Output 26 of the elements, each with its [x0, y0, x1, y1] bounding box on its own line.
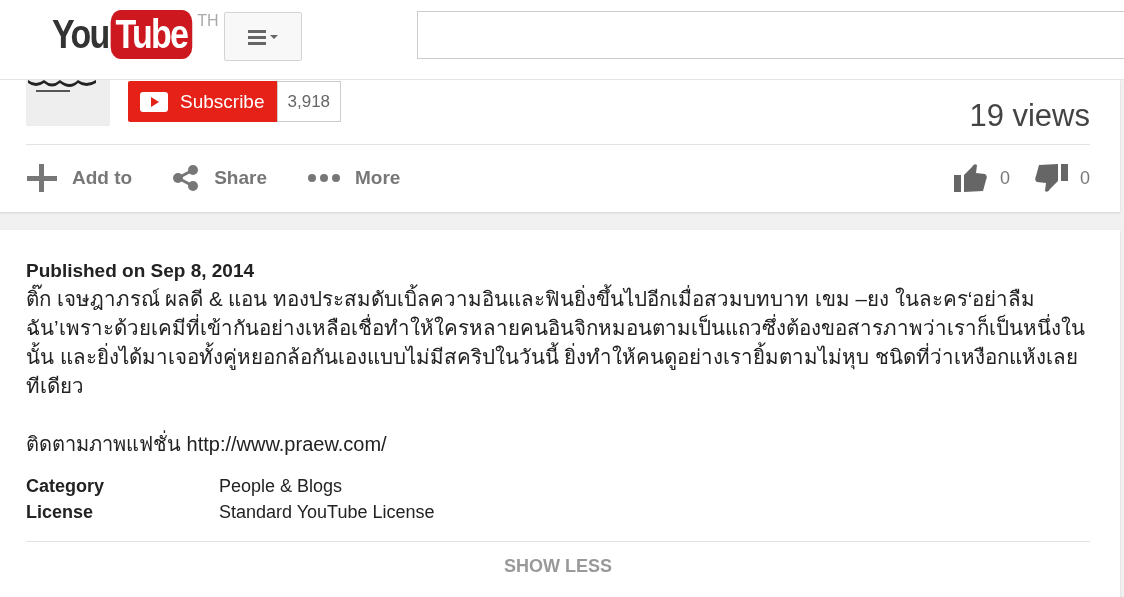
share-icon — [172, 165, 201, 191]
follow-text: ติดตามภาพแฟชั่น http://www.praew.com/ — [26, 428, 1090, 460]
show-less-button[interactable]: SHOW LESS — [498, 555, 618, 578]
more-action-button[interactable]: More — [306, 164, 401, 192]
view-count: 19 views — [969, 98, 1090, 134]
thumbs-down-icon — [1034, 163, 1068, 193]
add-action-button[interactable]: Add to — [26, 164, 133, 192]
dislike-button[interactable]: 0 — [1034, 163, 1090, 193]
thumbs-up-icon — [953, 163, 988, 193]
guide-menu-button[interactable] — [224, 12, 303, 61]
meta-label: License — [26, 502, 95, 523]
meta-value: Standard YouTube License — [219, 502, 436, 523]
play-icon — [140, 91, 168, 112]
more-icon — [306, 173, 341, 183]
subscriber-count: 3,918 — [276, 81, 342, 122]
meta-value: People & Blogs — [219, 476, 344, 497]
like-button[interactable]: 0 — [953, 163, 1010, 193]
search-field[interactable] — [417, 11, 1124, 59]
menu-icon — [248, 28, 279, 45]
description-text: ติ๊ก เจษฎาภรณ์ ผลดี & แอน ทองประสมดับเบิ้ลความอินและฟินยิ่งขึ้นไปอีกเมื่อสวมบทบาท เขม –ยง ในละคร‘อย่าลืมฉัน’เพราะด้วยเคมีที่เข้ากันอย่างเหลือเชื่อทำให้ใครหลายคนอินจิกหมอนตามเป็นแถวซึ่งต้องขอสารภาพว่าเราก็เป็นหนึ่งในนั้น และยิ่งได้มาเจอทั้งคู่หยอกล้อกันเองแบบไม่มีสคริปในวันนี้ ยิ่งทำให้คนดูอย่างเรายิ้มตามไม่หุบ ชนิดที่ว่าเหงือกแห้งเลยทีเดียว — [26, 284, 1090, 400]
publish-date: Published on Sep 8, 2014 — [26, 260, 256, 282]
plus-icon — [26, 164, 58, 192]
share-action-button[interactable]: Share — [172, 164, 267, 192]
subscribe-button[interactable]: Subscribe — [128, 81, 277, 122]
meta-label: Category — [26, 476, 106, 497]
region-label: TH — [197, 12, 219, 30]
